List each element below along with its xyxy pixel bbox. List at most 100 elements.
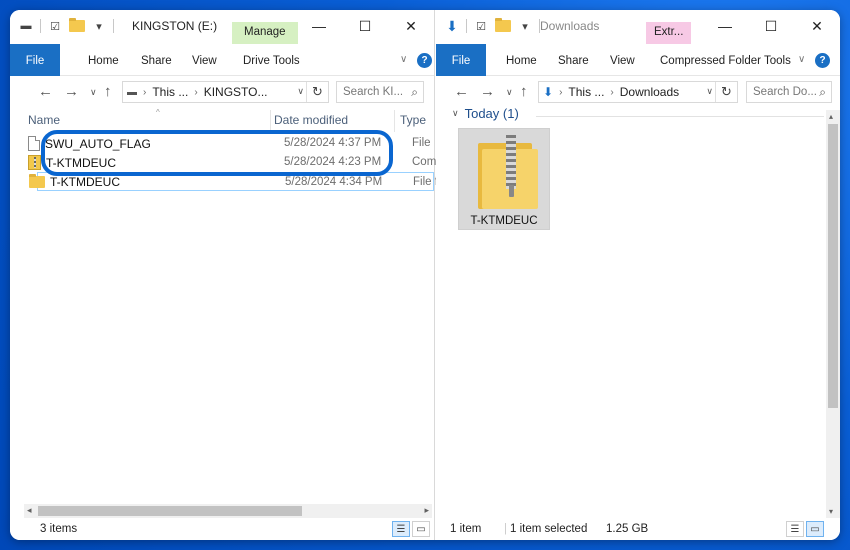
scroll-down-icon[interactable]: ▾ bbox=[829, 507, 833, 516]
download-arrow-icon: ⬇ bbox=[446, 17, 458, 34]
tab-compressed-folder-tools[interactable]: Compressed Folder Tools bbox=[660, 44, 791, 76]
file-tile[interactable]: T-KTMDEUC bbox=[458, 128, 550, 230]
address-row: ← → ∨ ↑ ▬ › This ... › KINGSTO... ∨ ↻ Se… bbox=[10, 76, 434, 108]
expand-ribbon-icon[interactable]: ∨ bbox=[400, 54, 407, 65]
collapse-chevron-icon[interactable]: ∨ bbox=[452, 108, 459, 119]
column-headers: ^ Name Date modified Type bbox=[10, 108, 434, 132]
scrollbar-thumb[interactable] bbox=[828, 124, 838, 408]
minimize-icon[interactable]: — bbox=[296, 10, 342, 42]
window-title: Downloads bbox=[540, 19, 600, 33]
date-modified: 5/28/2024 4:34 PM bbox=[285, 176, 383, 188]
ribbon-tabs: File Home Share View Compressed Folder T… bbox=[436, 44, 840, 76]
column-date-modified[interactable]: Date modified bbox=[274, 113, 348, 127]
tab-extract-context[interactable]: Extr... bbox=[646, 22, 692, 44]
tab-view[interactable]: View bbox=[610, 44, 635, 76]
address-bar[interactable]: ▬ › This ... › KINGSTO... ∨ ↻ bbox=[122, 81, 329, 103]
tab-file[interactable]: File bbox=[436, 44, 486, 76]
refresh-icon[interactable]: ↻ bbox=[306, 82, 328, 102]
minimize-icon[interactable]: — bbox=[702, 10, 748, 42]
search-icon: ⌕ bbox=[819, 85, 826, 99]
tab-file[interactable]: File bbox=[10, 44, 60, 76]
column-name[interactable]: Name bbox=[28, 113, 60, 127]
screenshot-frame: ▬ ☑ ▾ KINGSTON (E:) Manage — ☐ ✕ File Ho… bbox=[10, 10, 840, 540]
quick-access-toolbar: ▬ ☑ ▾ bbox=[18, 18, 114, 34]
tab-home[interactable]: Home bbox=[506, 44, 537, 76]
status-bar: 3 items ☰ ▭ bbox=[10, 518, 434, 540]
zip-icon bbox=[28, 155, 41, 170]
title-bar: ▬ ☑ ▾ KINGSTON (E:) Manage — ☐ ✕ bbox=[10, 10, 434, 44]
selected-count: 1 item selected bbox=[510, 523, 588, 535]
back-icon[interactable]: ← bbox=[38, 83, 53, 100]
tab-manage-context[interactable]: Manage bbox=[232, 22, 298, 44]
drive-icon: ▬ bbox=[127, 86, 137, 98]
folder-icon bbox=[29, 174, 45, 188]
large-icons-view-icon[interactable]: ▭ bbox=[412, 521, 430, 537]
properties-icon[interactable]: ☑ bbox=[47, 18, 63, 34]
scroll-up-icon[interactable]: ▴ bbox=[829, 112, 833, 121]
tab-share[interactable]: Share bbox=[558, 44, 589, 76]
status-bar: 1 item | 1 item selected 1.25 GB ☰ ▭ bbox=[436, 518, 840, 540]
refresh-icon[interactable]: ↻ bbox=[715, 82, 737, 102]
breadcrumb-kingston[interactable]: KINGSTO... bbox=[204, 85, 268, 99]
window-title: KINGSTON (E:) bbox=[132, 19, 218, 33]
forward-icon[interactable]: → bbox=[480, 83, 495, 100]
address-dropdown-icon[interactable]: ∨ bbox=[297, 86, 304, 97]
scroll-left-icon[interactable]: ◂ bbox=[27, 505, 32, 516]
up-icon[interactable]: ↑ bbox=[104, 83, 112, 100]
forward-icon[interactable]: → bbox=[64, 83, 79, 100]
item-count: 3 items bbox=[40, 523, 78, 535]
close-icon[interactable]: ✕ bbox=[794, 10, 840, 42]
breadcrumb-downloads[interactable]: Downloads bbox=[620, 85, 679, 99]
address-row: ← → ∨ ↑ ⬇ › This ... › Downloads ∨ ↻ Sea… bbox=[436, 76, 840, 108]
tab-view[interactable]: View bbox=[192, 44, 217, 76]
breadcrumb-this-pc[interactable]: This ... bbox=[568, 85, 604, 99]
address-dropdown-icon[interactable]: ∨ bbox=[706, 86, 713, 97]
new-folder-icon[interactable] bbox=[495, 18, 511, 34]
customize-qat-icon[interactable]: ▾ bbox=[91, 18, 107, 34]
selected-size: 1.25 GB bbox=[606, 523, 649, 535]
download-arrow-icon: ⬇ bbox=[543, 85, 554, 99]
scrollbar-thumb[interactable] bbox=[38, 506, 302, 516]
expand-ribbon-icon[interactable]: ∨ bbox=[798, 54, 805, 65]
search-icon: ⌕ bbox=[411, 85, 418, 99]
close-icon[interactable]: ✕ bbox=[388, 10, 434, 42]
address-bar[interactable]: ⬇ › This ... › Downloads ∨ ↻ bbox=[538, 81, 738, 103]
search-input[interactable]: Search KI... ⌕ bbox=[336, 81, 424, 103]
tab-home[interactable]: Home bbox=[88, 44, 119, 76]
vertical-scrollbar[interactable]: ▴ ▾ bbox=[826, 110, 840, 518]
details-view-icon[interactable]: ☰ bbox=[786, 521, 804, 537]
drive-icon: ▬ bbox=[20, 20, 32, 32]
tab-drive-tools[interactable]: Drive Tools bbox=[243, 44, 300, 76]
search-input[interactable]: Search Do... ⌕ bbox=[746, 81, 832, 103]
ribbon-tabs: File Home Share View Drive Tools ∨ ? bbox=[10, 44, 434, 76]
file-name: T-KTMDEUC bbox=[470, 215, 538, 227]
highlight-annotation bbox=[41, 130, 393, 176]
breadcrumb-this-pc[interactable]: This ... bbox=[152, 85, 188, 99]
sort-caret-icon: ^ bbox=[156, 108, 160, 117]
maximize-icon[interactable]: ☐ bbox=[748, 10, 794, 42]
maximize-icon[interactable]: ☐ bbox=[342, 10, 388, 42]
scroll-right-icon[interactable]: ▸ bbox=[424, 505, 429, 516]
help-icon[interactable]: ? bbox=[815, 53, 830, 68]
horizontal-scrollbar[interactable]: ◂ ▸ bbox=[24, 504, 432, 518]
window-controls: — ☐ ✕ bbox=[296, 10, 434, 42]
quick-access-toolbar: ⬇ ☑ ▾ bbox=[444, 18, 540, 34]
details-view-icon[interactable]: ☰ bbox=[392, 521, 410, 537]
file-name: T-KTMDEUC bbox=[50, 175, 120, 189]
customize-qat-icon[interactable]: ▾ bbox=[517, 18, 533, 34]
recent-locations-icon[interactable]: ∨ bbox=[90, 87, 97, 98]
back-icon[interactable]: ← bbox=[454, 83, 469, 100]
help-icon[interactable]: ? bbox=[417, 53, 432, 68]
large-icons-view-icon[interactable]: ▭ bbox=[806, 521, 824, 537]
title-bar: ⬇ ☑ ▾ Downloads Extr... — ☐ ✕ bbox=[436, 10, 840, 44]
tab-share[interactable]: Share bbox=[141, 44, 172, 76]
explorer-window-downloads: ⬇ ☑ ▾ Downloads Extr... — ☐ ✕ File Home … bbox=[436, 10, 840, 540]
new-folder-icon[interactable] bbox=[69, 18, 85, 34]
group-header-today[interactable]: ∨ Today (1) bbox=[452, 106, 519, 121]
up-icon[interactable]: ↑ bbox=[520, 83, 528, 100]
explorer-window-kingston: ▬ ☑ ▾ KINGSTON (E:) Manage — ☐ ✕ File Ho… bbox=[10, 10, 447, 540]
file-icon bbox=[28, 136, 40, 151]
column-type[interactable]: Type bbox=[400, 113, 426, 127]
recent-locations-icon[interactable]: ∨ bbox=[506, 87, 513, 98]
properties-icon[interactable]: ☑ bbox=[473, 18, 489, 34]
